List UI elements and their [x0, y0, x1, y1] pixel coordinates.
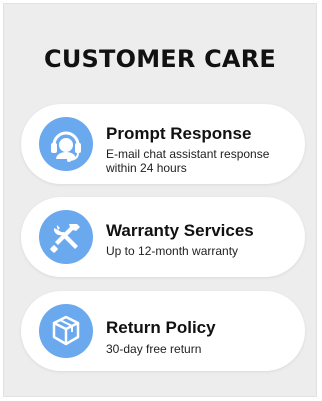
prompt-response-card: Prompt Response E-mail chat assistant re… — [21, 104, 305, 184]
card-description: E-mail chat assistant response within 24… — [106, 147, 270, 175]
card-title: Prompt Response — [106, 124, 252, 143]
page-title: CUSTOMER CARE — [44, 45, 276, 73]
box-icon — [39, 304, 93, 358]
warranty-services-card: Warranty Services Up to 12-month warrant… — [21, 197, 305, 277]
card-description: Up to 12-month warranty — [106, 244, 239, 258]
headset-icon — [39, 117, 93, 171]
card-title: Return Policy — [106, 318, 216, 337]
customer-care-panel: CUSTOMER CARE Prompt Response E-mail cha… — [3, 3, 317, 397]
card-title: Warranty Services — [106, 221, 254, 240]
return-policy-card: Return Policy 30-day free return — [21, 291, 305, 371]
card-description: 30-day free return — [106, 342, 202, 356]
tools-icon — [39, 210, 93, 264]
